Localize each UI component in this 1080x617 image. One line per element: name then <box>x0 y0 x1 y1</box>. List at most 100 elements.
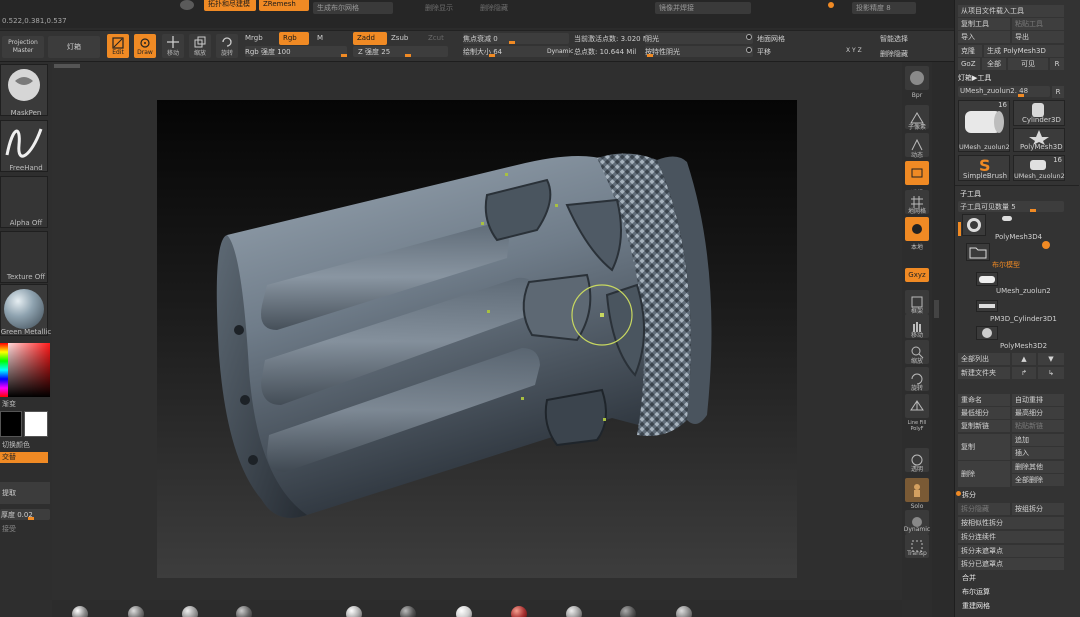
z-intensity-slider[interactable]: Z 强度 25 <box>353 46 448 57</box>
move-up-button[interactable]: ↱ <box>1012 367 1036 379</box>
subtool-name[interactable]: PolyMesh3D4 <box>995 233 1042 241</box>
arrow-up-button[interactable]: ▲ <box>1012 353 1036 365</box>
material-ball-icon[interactable] <box>400 606 416 617</box>
draw-button[interactable]: Draw <box>134 34 156 58</box>
tool-thumb-polymesh3d[interactable]: PolyMesh3D <box>1013 128 1065 152</box>
paste-tool-button[interactable]: 粘贴工具 <box>1012 18 1064 30</box>
m-toggle[interactable]: M <box>317 34 323 42</box>
goz-visible-button[interactable]: 可见 <box>1008 58 1048 70</box>
paste-chain-button[interactable]: 粘贴新链 <box>1012 420 1064 432</box>
delete-shown-label[interactable]: 删除显示 <box>425 3 453 13</box>
make-polymesh-button[interactable]: 生成 PolyMesh3D <box>984 45 1064 57</box>
lightbox-tools-link[interactable]: 灯箱▶工具 <box>958 73 991 83</box>
delete-hidden-top-label[interactable]: 删除隐藏 <box>480 3 508 13</box>
focal-shift-slider[interactable]: 焦点衰减 0 <box>463 33 569 44</box>
rgb-toggle[interactable]: Rgb <box>279 32 309 45</box>
boolean-header[interactable]: 布尔运算 <box>962 587 990 597</box>
subtool-name[interactable]: UMesh_zuolun2 <box>996 287 1051 295</box>
duplicate-button[interactable]: 复制新链 <box>958 420 1010 432</box>
mirror-weld-button[interactable]: 镜像并焊接 <box>655 2 751 14</box>
zsub-toggle[interactable]: Zsub <box>391 34 408 42</box>
draw-size-slider[interactable]: 绘制大小 64 Dynamic <box>463 46 573 57</box>
material-ball-icon[interactable] <box>511 606 527 617</box>
all-high-button[interactable]: 最高细分 <box>1012 407 1064 419</box>
material-ball-icon[interactable] <box>182 606 198 617</box>
main-color-swatch[interactable] <box>0 411 22 437</box>
tool-thumb-umesh-2[interactable]: 16 UMesh_zuolun2 <box>1013 155 1065 181</box>
zadd-toggle[interactable]: Zadd <box>353 32 387 45</box>
generate-boolean-button[interactable]: 生成布尔网格 <box>313 2 393 14</box>
subtool-thumb[interactable] <box>976 326 998 340</box>
secondary-color-swatch[interactable] <box>24 411 48 437</box>
document-canvas[interactable] <box>157 100 797 578</box>
subtool-thumb[interactable] <box>962 214 986 236</box>
material-ball-icon[interactable] <box>128 606 144 617</box>
tool-r-button[interactable]: R <box>1052 86 1064 98</box>
tool-thumb-simplebrush[interactable]: S SimpleBrush <box>958 155 1010 181</box>
rotate-button[interactable]: 旋转 <box>216 34 238 58</box>
auto-reorder-button[interactable]: 自动重排 <box>1012 394 1064 406</box>
move-down-button[interactable]: ↳ <box>1038 367 1064 379</box>
clone-button[interactable]: 克隆 <box>958 45 982 57</box>
dynamic-toggle[interactable]: Dynamic <box>547 48 573 55</box>
mrgb-toggle[interactable]: Mrgb <box>245 34 263 42</box>
new-folder-button[interactable]: 新建文件夹 <box>958 367 1010 379</box>
gxyz-button[interactable]: Gxyz <box>905 268 929 282</box>
edit-button[interactable]: Edit <box>107 34 129 58</box>
lightbox-button[interactable]: 灯箱 <box>48 36 100 58</box>
delete-hidden-label[interactable]: 删除隐藏 <box>880 49 908 59</box>
extract-button[interactable]: 提取 <box>0 482 50 504</box>
groups-split-button[interactable]: 按组拆分 <box>1012 503 1064 515</box>
rename-button[interactable]: 重命名 <box>958 394 1010 406</box>
gradient-label[interactable]: 渐变 <box>0 399 52 409</box>
tool-thumb-cylinder3d[interactable]: Cylinder3D <box>1013 100 1065 126</box>
material-ball-icon[interactable] <box>236 606 252 617</box>
polyf-button[interactable] <box>905 394 929 418</box>
current-tool-slider[interactable]: UMesh_zuolun2. 48 <box>958 86 1050 97</box>
alternate-button[interactable]: 交替 <box>0 452 48 463</box>
floor-grid-radio[interactable] <box>746 34 752 40</box>
xyz-label[interactable]: X Y Z <box>846 47 862 54</box>
material-ball-icon[interactable] <box>620 606 636 617</box>
rgb-intensity-slider[interactable]: Rgb 强度 100 <box>245 46 347 57</box>
bpr-button[interactable] <box>905 66 929 90</box>
export-button[interactable]: 导出 <box>1012 31 1064 43</box>
import-button[interactable]: 导入 <box>958 31 1010 43</box>
perspective-slider[interactable]: 阴光 <box>645 33 753 44</box>
projection-master-button[interactable]: Projection Master <box>2 36 44 58</box>
material-ball-icon[interactable] <box>566 606 582 617</box>
hue-strip[interactable] <box>0 343 8 397</box>
goz-all-button[interactable]: 全部 <box>982 58 1006 70</box>
projection-quality-slider[interactable]: 投影精度 8 <box>852 2 916 14</box>
zremesh-button[interactable]: ZRemesh <box>259 0 309 11</box>
local-button[interactable] <box>905 217 929 241</box>
subtool-name[interactable]: PM3D_Cylinder3D1 <box>990 315 1057 323</box>
subtool-header[interactable]: 子工具 <box>960 189 981 199</box>
floor-radio[interactable] <box>746 47 752 53</box>
tool-thumb-umesh[interactable]: 16 UMesh_zuolun2 <box>958 100 1010 152</box>
folder-name[interactable]: 布尔模型 <box>992 260 1020 270</box>
move-button[interactable]: 移动 <box>162 34 184 58</box>
copy-subtool-button[interactable]: 复制 <box>958 434 1010 460</box>
subtool-name[interactable]: PolyMesh3D2 <box>1000 342 1047 350</box>
perspective-button[interactable] <box>905 161 929 185</box>
all-low-button[interactable]: 最低细分 <box>958 407 1010 419</box>
arrow-down-button[interactable]: ▼ <box>1038 353 1064 365</box>
remesh-header[interactable]: 重建网格 <box>962 601 990 611</box>
solo-button[interactable] <box>905 478 929 502</box>
zcut-toggle[interactable]: Zcut <box>428 34 444 42</box>
merge-header[interactable]: 合并 <box>962 573 976 583</box>
subtool-thumb[interactable] <box>976 272 998 286</box>
insert-button[interactable]: 插入 <box>1012 447 1064 459</box>
split-connected-button[interactable]: 拆分连续件 <box>958 531 1064 543</box>
delete-button[interactable]: 删除 <box>958 461 1010 487</box>
strip-scroll-handle[interactable] <box>934 300 939 318</box>
split-header[interactable]: 拆分 <box>962 490 976 500</box>
material-ball-icon[interactable] <box>676 606 692 617</box>
goz-button[interactable]: GoZ <box>958 58 980 70</box>
thickness-slider[interactable]: 厚度 0.02 <box>0 509 50 520</box>
split-masked-button[interactable]: 拆分未遮罩点 <box>958 545 1064 557</box>
eye-icon[interactable] <box>1002 216 1012 221</box>
topology-button[interactable]: 拓扑和尽建模 <box>204 0 256 11</box>
folder-thumb[interactable] <box>966 243 990 261</box>
